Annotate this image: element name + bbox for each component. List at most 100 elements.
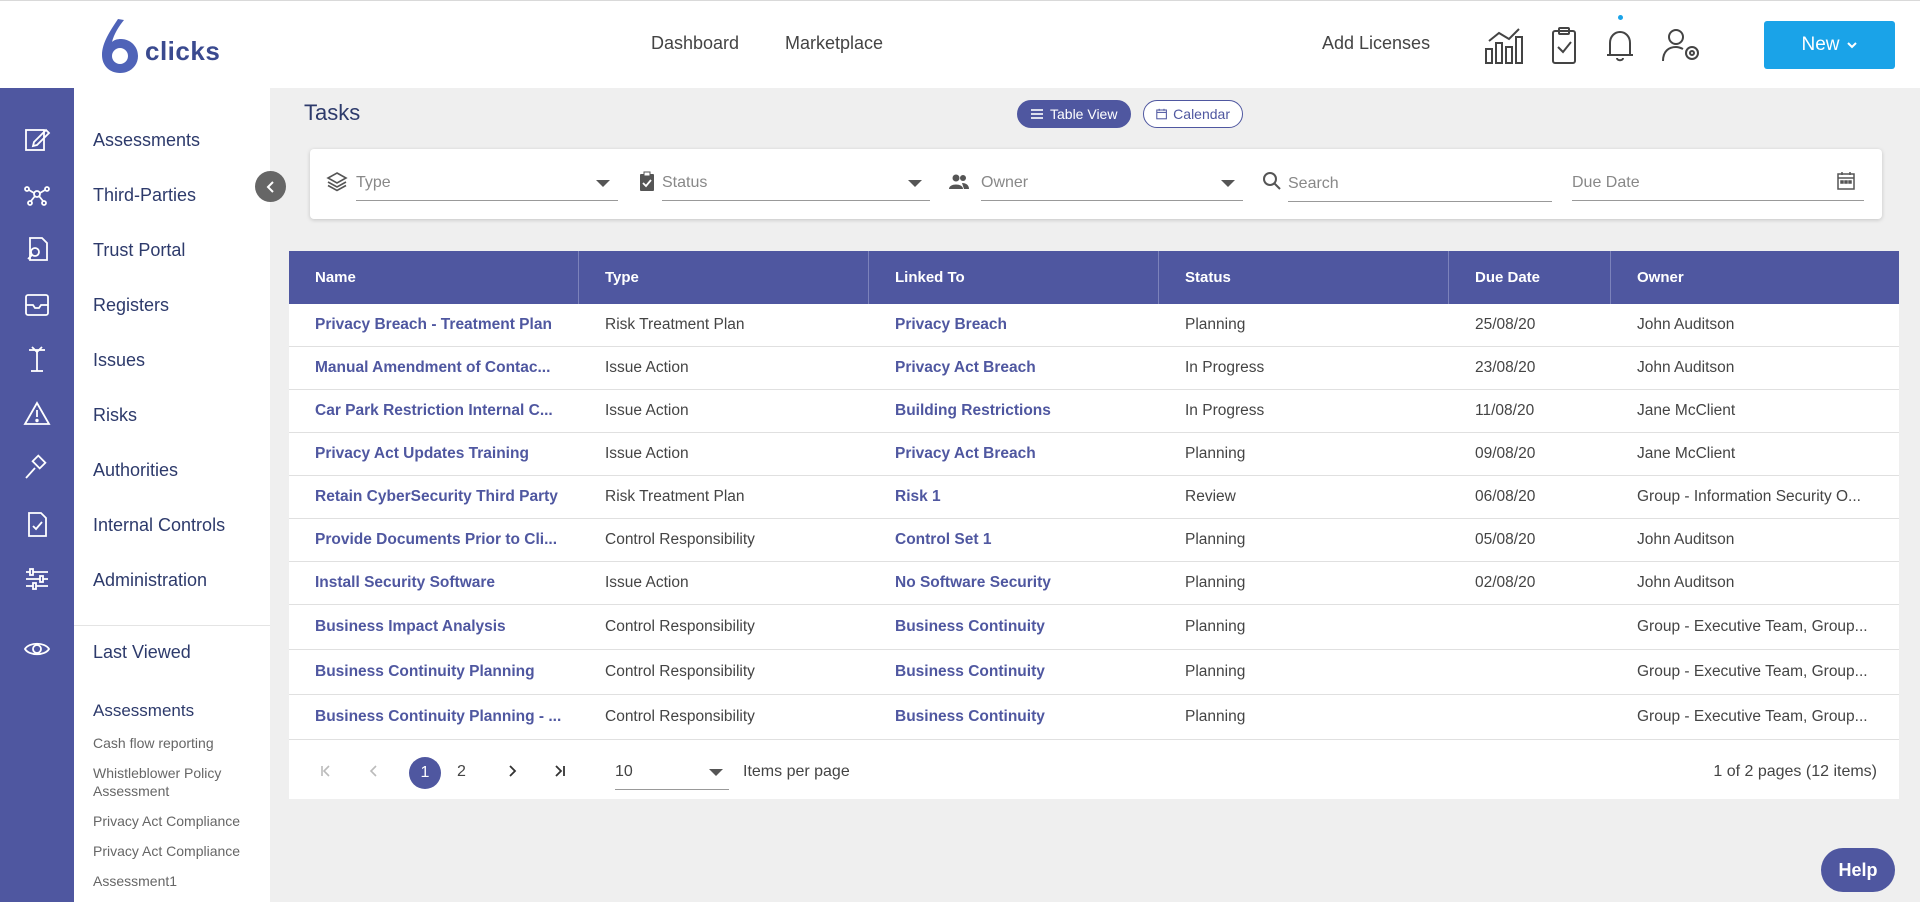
task-name-link[interactable]: Provide Documents Prior to Cli... xyxy=(289,519,579,561)
tasks-table: Name Type Linked To Status Due Date Owne… xyxy=(289,251,1899,799)
task-name-link[interactable]: Privacy Act Updates Training xyxy=(289,433,579,475)
task-owner: Jane McClient xyxy=(1637,402,1736,419)
task-clipboard-icon[interactable] xyxy=(1542,25,1586,65)
pager-info: 1 of 2 pages (12 items) xyxy=(1713,763,1877,780)
bell-icon[interactable] xyxy=(1598,25,1642,65)
owner-filter[interactable]: Owner xyxy=(981,171,1243,201)
logo[interactable]: clicks xyxy=(98,17,220,75)
analytics-icon[interactable] xyxy=(1482,25,1526,65)
table-row[interactable]: Provide Documents Prior to Cli... Contro… xyxy=(289,519,1899,562)
table-row[interactable]: Retain CyberSecurity Third Party Risk Tr… xyxy=(289,476,1899,519)
edit-icon[interactable] xyxy=(22,124,52,154)
sidebar-item-risks[interactable]: Risks xyxy=(93,405,137,426)
table-row[interactable]: Business Continuity Planning Control Res… xyxy=(289,650,1899,695)
linked-to-link[interactable]: Privacy Act Breach xyxy=(869,347,1159,389)
sidebar-item-issues[interactable]: Issues xyxy=(93,350,145,371)
add-licenses-link[interactable]: Add Licenses xyxy=(1322,33,1430,54)
next-page-icon[interactable] xyxy=(505,764,519,778)
table-row[interactable]: Manual Amendment of Contac... Issue Acti… xyxy=(289,347,1899,390)
linked-to-link[interactable]: Business Continuity xyxy=(869,605,1159,649)
items-per-page-select[interactable]: 10 xyxy=(615,756,729,790)
network-icon[interactable] xyxy=(22,179,52,209)
icon-rail xyxy=(0,88,74,902)
antenna-icon[interactable] xyxy=(22,344,52,374)
gavel-icon[interactable] xyxy=(22,454,52,484)
task-name-link[interactable]: Business Continuity Planning - ... xyxy=(289,695,579,739)
table-row[interactable]: Business Continuity Planning - ... Contr… xyxy=(289,695,1899,740)
due-date-field[interactable]: Due Date xyxy=(1572,171,1864,201)
type-filter[interactable]: Type xyxy=(356,171,618,201)
status-filter[interactable]: Status xyxy=(662,171,930,201)
first-page-icon[interactable] xyxy=(319,764,333,778)
nav-dashboard[interactable]: Dashboard xyxy=(651,33,739,54)
calendar-icon[interactable] xyxy=(1836,171,1856,191)
table-row[interactable]: Privacy Breach - Treatment Plan Risk Tre… xyxy=(289,304,1899,347)
table-row[interactable]: Privacy Act Updates Training Issue Actio… xyxy=(289,433,1899,476)
task-name-link[interactable]: Retain CyberSecurity Third Party xyxy=(289,476,579,518)
calendar-view-button[interactable]: Calendar xyxy=(1143,100,1243,128)
warning-icon[interactable] xyxy=(22,399,52,429)
task-type: Control Responsibility xyxy=(605,618,755,635)
task-owner: John Auditson xyxy=(1637,316,1735,333)
file-search-icon[interactable] xyxy=(22,234,52,264)
table-row[interactable]: Install Security Software Issue Action N… xyxy=(289,562,1899,605)
sliders-icon[interactable] xyxy=(22,564,52,594)
last-viewed-item[interactable]: Privacy Act Compliance xyxy=(93,812,263,830)
task-name-link[interactable]: Manual Amendment of Contac... xyxy=(289,347,579,389)
checklist-icon[interactable] xyxy=(22,509,52,539)
linked-to-link[interactable]: Control Set 1 xyxy=(869,519,1159,561)
clipboard-check-icon xyxy=(640,171,654,191)
task-owner: Group - Information Security O... xyxy=(1637,488,1861,505)
inbox-icon[interactable] xyxy=(22,289,52,319)
table-row[interactable]: Car Park Restriction Internal C... Issue… xyxy=(289,390,1899,433)
sidebar-item-authorities[interactable]: Authorities xyxy=(93,460,178,481)
header-due-date[interactable]: Due Date xyxy=(1449,251,1611,304)
last-page-icon[interactable] xyxy=(553,764,567,778)
linked-to-link[interactable]: Building Restrictions xyxy=(869,390,1159,432)
task-status: Planning xyxy=(1185,574,1246,591)
prev-page-icon[interactable] xyxy=(367,764,381,778)
task-due-date: 23/08/20 xyxy=(1475,359,1536,376)
table-view-button[interactable]: Table View xyxy=(1017,100,1131,128)
task-name-link[interactable]: Car Park Restriction Internal C... xyxy=(289,390,579,432)
linked-to-link[interactable]: Privacy Breach xyxy=(869,304,1159,346)
header-owner[interactable]: Owner xyxy=(1611,251,1899,304)
sidebar-item-registers[interactable]: Registers xyxy=(93,295,169,316)
page-button-current[interactable]: 1 xyxy=(409,757,441,789)
linked-to-link[interactable]: Risk 1 xyxy=(869,476,1159,518)
collapse-sidebar-button[interactable] xyxy=(255,171,286,202)
type-filter-placeholder: Type xyxy=(356,174,391,191)
sidebar-item-internal-controls[interactable]: Internal Controls xyxy=(93,515,225,536)
header-linked-to[interactable]: Linked To xyxy=(869,251,1159,304)
linked-to-link[interactable]: Privacy Act Breach xyxy=(869,433,1159,475)
eye-icon[interactable] xyxy=(22,634,52,664)
search-input[interactable]: Search xyxy=(1288,172,1552,202)
linked-to-link[interactable]: Business Continuity xyxy=(869,650,1159,694)
sidebar-item-assessments[interactable]: Assessments xyxy=(93,130,200,151)
page-button[interactable]: 2 xyxy=(457,763,466,781)
task-name-link[interactable]: Install Security Software xyxy=(289,562,579,604)
task-name-link[interactable]: Business Continuity Planning xyxy=(289,650,579,694)
last-viewed-item[interactable]: Cash flow reporting xyxy=(93,734,263,752)
last-viewed-item[interactable]: Whistleblower Policy Assessment xyxy=(93,764,263,800)
nav-marketplace[interactable]: Marketplace xyxy=(785,33,883,54)
header-name[interactable]: Name xyxy=(289,251,579,304)
last-viewed-item[interactable]: Privacy Act Compliance xyxy=(93,842,263,860)
header-status[interactable]: Status xyxy=(1159,251,1449,304)
sidebar-item-trust-portal[interactable]: Trust Portal xyxy=(93,240,185,261)
new-button[interactable]: New xyxy=(1764,21,1895,69)
sidebar-item-administration[interactable]: Administration xyxy=(93,570,207,591)
sidebar-item-third-parties[interactable]: Third-Parties xyxy=(93,185,196,206)
linked-to-link[interactable]: No Software Security xyxy=(869,562,1159,604)
help-button[interactable]: Help xyxy=(1821,848,1895,892)
table-row[interactable]: Business Impact Analysis Control Respons… xyxy=(289,605,1899,650)
notification-dot xyxy=(1618,15,1623,20)
header-type[interactable]: Type xyxy=(579,251,869,304)
caret-down-icon xyxy=(709,769,723,776)
linked-to-link[interactable]: Business Continuity xyxy=(869,695,1159,739)
user-settings-icon[interactable] xyxy=(1660,25,1704,65)
task-status: Planning xyxy=(1185,663,1246,680)
task-name-link[interactable]: Privacy Breach - Treatment Plan xyxy=(289,304,579,346)
task-name-link[interactable]: Business Impact Analysis xyxy=(289,605,579,649)
last-viewed-item[interactable]: Assessment1 xyxy=(93,872,263,890)
